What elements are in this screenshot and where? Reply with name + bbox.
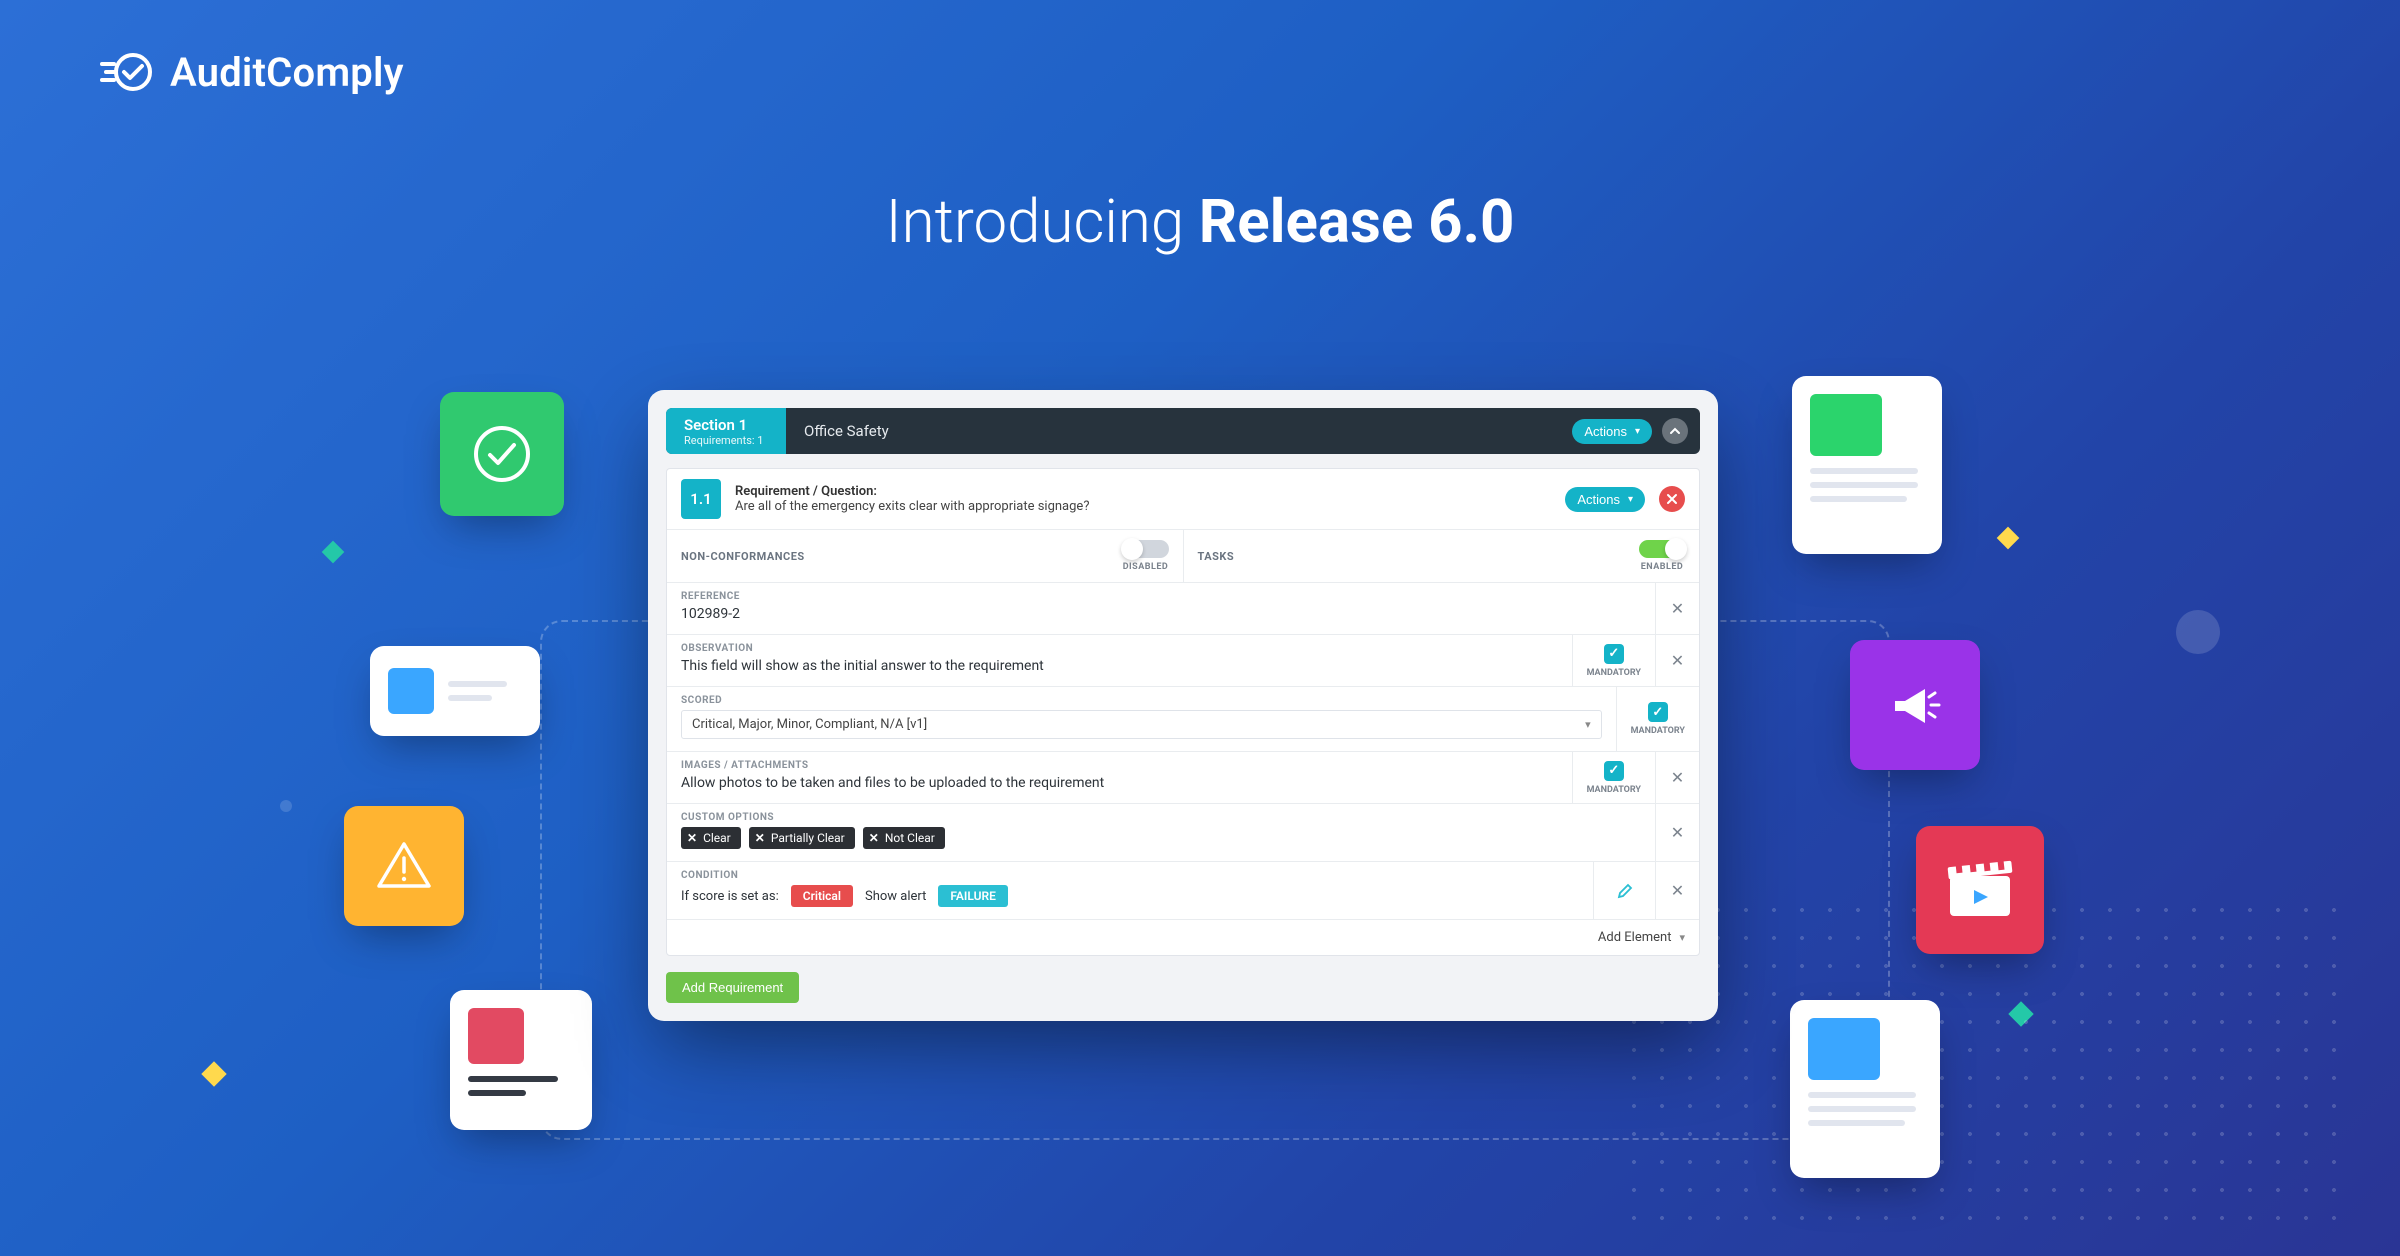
tasks-label: TASKS — [1198, 550, 1235, 563]
bubble-decor — [280, 800, 292, 812]
condition-field: CONDITION If score is set as: Critical S… — [667, 862, 1699, 920]
tile-success-icon — [440, 392, 564, 516]
images-value: Allow photos to be taken and files to be… — [681, 775, 1558, 791]
scored-field: SCORED Critical, Major, Minor, Compliant… — [667, 687, 1699, 752]
remove-condition-button[interactable]: ✕ — [1655, 862, 1699, 919]
delete-requirement-button[interactable] — [1659, 486, 1685, 512]
tasks-toggle[interactable] — [1639, 540, 1685, 558]
remove-custom-options-button[interactable]: ✕ — [1655, 804, 1699, 861]
condition-score-pill: Critical — [791, 885, 853, 907]
chevron-down-icon: ▾ — [1585, 718, 1591, 731]
tile-doc-card — [450, 990, 592, 1130]
section-title: Office Safety — [786, 408, 1560, 454]
custom-option-tag[interactable]: ✕Not Clear — [863, 827, 945, 849]
edit-condition-button[interactable] — [1593, 862, 1655, 919]
tile-doc-card — [1792, 376, 1942, 554]
brand-mark-icon — [100, 44, 156, 100]
add-requirement-button[interactable]: Add Requirement — [666, 972, 799, 1003]
section-header: Section 1 Requirements: 1 Office Safety … — [666, 408, 1700, 454]
tile-video-icon — [1916, 826, 2044, 954]
custom-option-tag[interactable]: ✕Partially Clear — [749, 827, 855, 849]
requirement-header: 1.1 Requirement / Question: Are all of t… — [667, 469, 1699, 530]
reference-value[interactable]: 102989-2 — [681, 606, 1641, 622]
warning-icon — [374, 836, 434, 896]
section-actions-button[interactable]: Actions▾ — [1572, 419, 1652, 444]
images-field: IMAGES / ATTACHMENTS Allow photos to be … — [667, 752, 1699, 804]
tile-doc-card — [370, 646, 540, 736]
hero-title: Introducing Release 6.0 — [0, 186, 2400, 257]
toggles-row: NON-CONFORMANCES DISABLED TASKS ENABLED — [667, 530, 1699, 583]
app-panel: Section 1 Requirements: 1 Office Safety … — [648, 390, 1718, 1021]
nonconformances-toggle[interactable] — [1123, 540, 1169, 558]
observation-field: OBSERVATION This field will show as the … — [667, 635, 1699, 687]
requirement-heading: Requirement / Question: — [735, 484, 1089, 499]
check-circle-icon — [471, 423, 533, 485]
pencil-icon — [1616, 882, 1634, 900]
tile-doc-card — [1790, 1000, 1940, 1178]
chevron-up-icon — [1669, 425, 1681, 437]
sparkle-icon — [201, 1061, 226, 1086]
chevron-down-icon: ▾ — [1679, 931, 1685, 944]
requirement-card: 1.1 Requirement / Question: Are all of t… — [666, 468, 1700, 956]
brand-name: AuditComply — [170, 49, 404, 96]
section-tab[interactable]: Section 1 Requirements: 1 — [666, 408, 786, 454]
scored-select[interactable]: Critical, Major, Minor, Compliant, N/A [… — [681, 710, 1602, 739]
remove-tag-icon[interactable]: ✕ — [755, 831, 765, 845]
clapper-icon — [1944, 858, 2016, 922]
sparkle-icon — [322, 541, 345, 564]
remove-images-button[interactable]: ✕ — [1655, 752, 1699, 803]
condition-alert-pill: FAILURE — [938, 885, 1008, 907]
collapse-section-button[interactable] — [1662, 418, 1688, 444]
add-element-row: Add Element ▾ — [667, 920, 1699, 955]
nonconformances-status: DISABLED — [1123, 562, 1169, 572]
tile-megaphone-icon — [1850, 640, 1980, 770]
sparkle-icon — [1997, 527, 2020, 550]
remove-tag-icon[interactable]: ✕ — [687, 831, 697, 845]
custom-options-field: CUSTOM OPTIONS ✕Clear ✕Partially Clear ✕… — [667, 804, 1699, 862]
observation-mandatory-checkbox[interactable]: ✓ — [1604, 644, 1624, 664]
close-icon — [1666, 493, 1678, 505]
remove-tag-icon[interactable]: ✕ — [869, 831, 879, 845]
observation-value[interactable]: This field will show as the initial answ… — [681, 658, 1558, 674]
requirement-number-badge: 1.1 — [681, 479, 721, 519]
tasks-status: ENABLED — [1641, 562, 1684, 572]
images-mandatory-checkbox[interactable]: ✓ — [1604, 761, 1624, 781]
chevron-down-icon: ▾ — [1635, 426, 1640, 437]
add-element-dropdown[interactable]: Add Element ▾ — [1598, 930, 1685, 945]
remove-reference-button[interactable]: ✕ — [1655, 583, 1699, 634]
requirement-text: Are all of the emergency exits clear wit… — [735, 499, 1089, 514]
scored-mandatory-checkbox[interactable]: ✓ — [1648, 702, 1668, 722]
megaphone-icon — [1883, 673, 1947, 737]
brand-logo: AuditComply — [100, 44, 404, 100]
custom-option-tag[interactable]: ✕Clear — [681, 827, 741, 849]
remove-observation-button[interactable]: ✕ — [1655, 635, 1699, 686]
requirement-actions-button[interactable]: Actions▾ — [1565, 487, 1645, 512]
bubble-decor — [2176, 610, 2220, 654]
nonconformances-label: NON-CONFORMANCES — [681, 550, 805, 563]
tile-warning-icon — [344, 806, 464, 926]
reference-field: REFERENCE 102989-2 ✕ — [667, 583, 1699, 635]
chevron-down-icon: ▾ — [1628, 494, 1633, 505]
